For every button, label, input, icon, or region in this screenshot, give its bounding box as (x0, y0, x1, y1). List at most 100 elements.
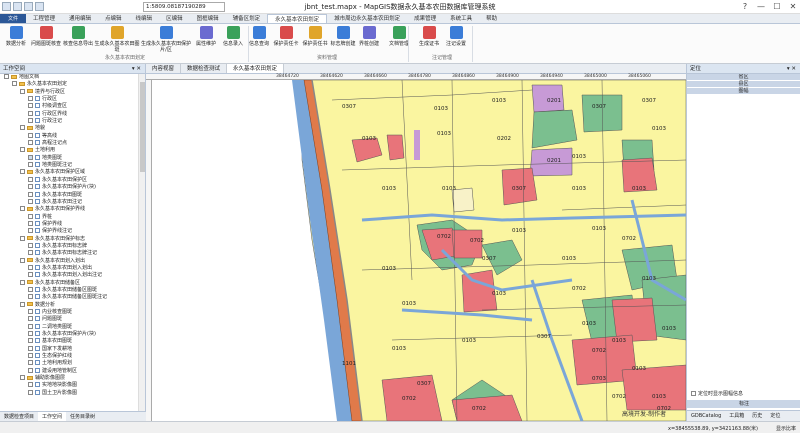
tree-layer[interactable]: 基本农田图斑 (0, 338, 139, 345)
tree-folder[interactable]: 永久基本农田划定 (0, 81, 139, 88)
map-canvas[interactable]: 0307 0103 0103 0201 0307 0307 0103 0103 0202 0103… (152, 80, 686, 421)
layer-checkbox[interactable] (28, 154, 33, 160)
menu-tab[interactable]: 成果管理 (407, 14, 443, 23)
layer-checkbox[interactable] (28, 309, 33, 314)
layer-checkbox[interactable] (28, 110, 33, 116)
map-view[interactable]: 38464720 38464620 38464660 38464780 38464860… (146, 74, 686, 421)
menu-tab[interactable]: 点编辑 (98, 14, 129, 23)
tree-folder[interactable]: 境界与行政区 (0, 88, 139, 96)
sheet-section[interactable]: 图幅 (687, 88, 800, 95)
tree-layer[interactable]: 内业核查图斑 (0, 309, 139, 316)
ribbon-button[interactable]: 问题图斑核查 (30, 26, 62, 47)
menu-tab[interactable]: 图框编辑 (190, 14, 226, 23)
layer-checkbox[interactable] (28, 176, 33, 182)
layer-checkbox[interactable] (28, 264, 33, 270)
minimize-button[interactable]: — (756, 1, 766, 12)
ribbon-button[interactable]: 生成证书 (416, 26, 442, 47)
menu-tab[interactable]: 工程管理 (26, 14, 62, 23)
menu-tab[interactable]: 通用编辑 (62, 14, 98, 23)
layer-checkbox[interactable] (20, 375, 25, 381)
show-sheet-info-checkbox[interactable]: 定位时显示图幅信息 (691, 390, 743, 397)
tree-layer[interactable]: 保护界线注记 (0, 228, 139, 235)
tree-layer[interactable]: 行政区 (0, 96, 139, 103)
tree-layer[interactable]: 建设用地管制区 (0, 367, 139, 375)
tree-folder[interactable]: 永久基本农田保护区域 (0, 169, 139, 176)
layer-checkbox[interactable] (28, 316, 33, 322)
right-panel-tab[interactable]: 定位 (766, 411, 784, 421)
layer-checkbox[interactable] (28, 360, 33, 366)
layer-checkbox[interactable] (20, 279, 25, 285)
layer-checkbox[interactable] (28, 345, 33, 351)
tree-folder[interactable]: 数据分析 (0, 301, 139, 309)
ribbon-button[interactable]: 注记设置 (442, 26, 470, 47)
tree-layer[interactable]: 高程注记点 (0, 140, 139, 147)
layer-checkbox[interactable] (28, 213, 33, 219)
ribbon-button[interactable]: 保护责任书 (300, 26, 330, 47)
menu-tab[interactable]: 帮助 (479, 14, 504, 23)
menu-tab[interactable]: 辅备区划定 (226, 14, 268, 23)
layer-checkbox[interactable] (28, 353, 33, 359)
tree-layer[interactable]: 村级调查区 (0, 103, 139, 110)
ribbon-button[interactable]: 生成永久基本农田图斑 (94, 26, 140, 53)
layer-checkbox[interactable] (28, 382, 33, 388)
county-section[interactable]: 县区 (687, 81, 800, 88)
layer-checkbox[interactable] (28, 389, 33, 395)
layer-checkbox[interactable] (28, 228, 33, 234)
layer-checkbox[interactable] (28, 118, 33, 124)
tree-folder[interactable]: 地貌 (0, 125, 139, 132)
tree-layer[interactable]: 国家下发耕地 (0, 345, 139, 353)
tree-layer[interactable]: 永久基本农田划入划出注记 (0, 272, 139, 279)
tree-folder[interactable]: 永久基本农田保护界线 (0, 206, 139, 213)
ribbon-button[interactable]: 核查信息导出 (62, 26, 94, 47)
tree-layer[interactable]: 永久基本农田图斑 (0, 191, 139, 199)
ribbon-button[interactable]: 界桩创建 (356, 26, 382, 47)
layer-checkbox[interactable] (28, 367, 33, 373)
tree-layer[interactable]: 永久基本农田储备区图斑注记 (0, 294, 139, 301)
layer-checkbox[interactable] (20, 147, 25, 153)
workspace-tab[interactable]: 工作空间 (38, 412, 67, 421)
tree-folder[interactable]: 地图文档 (0, 74, 139, 81)
checkbox-box[interactable] (691, 391, 696, 396)
tree-layer[interactable]: 行政注记 (0, 118, 139, 125)
layer-checkbox[interactable] (28, 140, 33, 146)
layer-checkbox[interactable] (28, 96, 33, 102)
ribbon-button[interactable]: 生成永久基本农田保护片/区 (140, 26, 192, 53)
layer-checkbox[interactable] (4, 74, 9, 79)
layer-checkbox[interactable] (28, 331, 33, 337)
ribbon-button[interactable]: 数据分析 (2, 26, 30, 47)
layer-checkbox[interactable] (20, 169, 25, 175)
tree-layer[interactable]: 行政区界线 (0, 110, 139, 118)
layer-checkbox[interactable] (28, 286, 33, 292)
tree-layer[interactable]: 国土卫片影像图 (0, 389, 139, 397)
ribbon-button[interactable]: 信息查询 (246, 26, 272, 47)
layer-checkbox[interactable] (28, 191, 33, 197)
layer-checkbox[interactable] (20, 301, 25, 307)
tree-layer[interactable]: 实地地块影像图 (0, 382, 139, 389)
tree-folder[interactable]: 永久基本农田保护标志 (0, 235, 139, 243)
workspace-tab[interactable]: 任务目录树 (66, 412, 99, 421)
layer-checkbox[interactable] (28, 198, 33, 204)
layer-checkbox[interactable] (12, 81, 17, 87)
ribbon-button[interactable]: 信息录入 (220, 26, 246, 47)
tree-layer[interactable]: 问题图斑 (0, 316, 139, 323)
menu-tab[interactable]: 系统工具 (443, 14, 479, 23)
close-button[interactable]: ✕ (788, 1, 798, 12)
tree-layer[interactable]: 界桩 (0, 213, 139, 221)
ribbon-button[interactable]: 属性维护 (192, 26, 220, 47)
layer-checkbox[interactable] (28, 323, 33, 329)
layer-checkbox[interactable] (28, 272, 33, 278)
ribbon-button[interactable]: 保护责任卡 (272, 26, 300, 47)
layer-checkbox[interactable] (20, 88, 25, 94)
pin-icon[interactable]: ▾ ✕ (787, 64, 796, 74)
layer-checkbox[interactable] (28, 250, 33, 256)
right-panel-tab[interactable]: 工具箱 (725, 411, 748, 421)
menu-tab[interactable]: 永久基本农田划定 (267, 14, 328, 23)
maximize-button[interactable]: ☐ (772, 1, 782, 12)
layer-checkbox[interactable] (28, 184, 33, 190)
layer-checkbox[interactable] (20, 125, 25, 131)
right-panel-tab[interactable]: 历史 (748, 411, 766, 421)
document-tab[interactable]: 永久基本农田划定 (227, 64, 285, 73)
layer-checkbox[interactable] (28, 242, 33, 248)
menu-tab[interactable]: 区编辑 (159, 14, 190, 23)
layer-checkbox[interactable] (28, 294, 33, 300)
